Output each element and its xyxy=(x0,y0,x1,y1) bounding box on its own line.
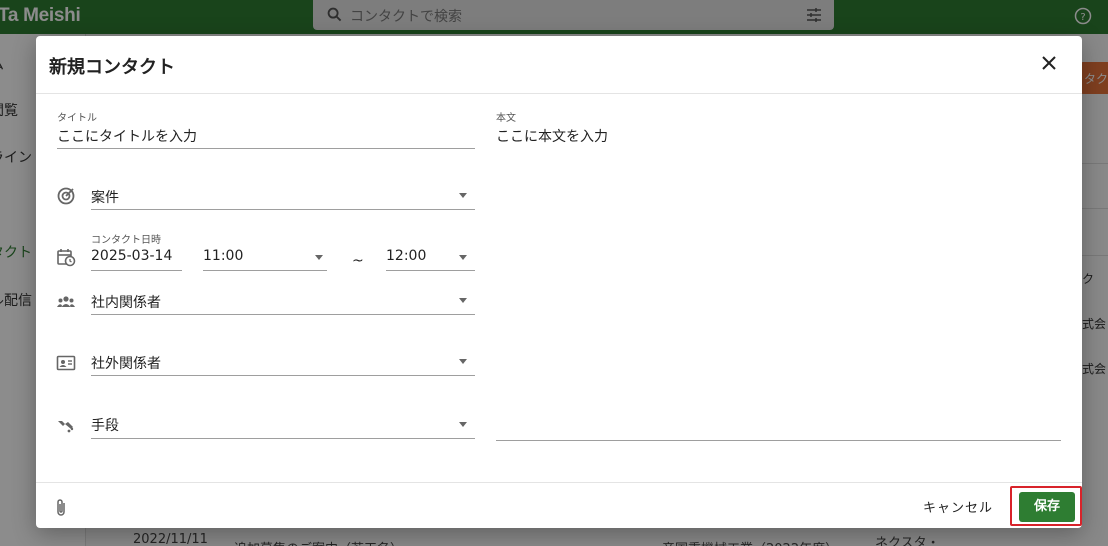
save-button[interactable]: 保存 xyxy=(1019,492,1075,522)
end-time-underline xyxy=(386,270,475,271)
title-underline xyxy=(57,148,475,149)
cancel-button[interactable]: キャンセル xyxy=(923,497,993,516)
target-icon xyxy=(57,187,75,205)
chevron-down-icon[interactable] xyxy=(459,422,467,427)
attachment-icon[interactable] xyxy=(54,498,68,518)
chevron-down-icon[interactable] xyxy=(459,193,467,198)
start-time-select[interactable]: 11:00 xyxy=(203,248,243,264)
date-input[interactable]: 2025-03-14 xyxy=(91,248,172,264)
dialog-title: 新規コンタクト xyxy=(49,57,175,78)
datetime-label: コンタクト日時 xyxy=(91,235,161,246)
header-divider xyxy=(36,93,1082,94)
footer-divider xyxy=(36,482,1082,483)
body-underline xyxy=(496,440,1061,441)
chevron-down-icon[interactable] xyxy=(315,255,323,260)
chevron-down-icon[interactable] xyxy=(459,359,467,364)
group-icon xyxy=(57,296,75,307)
internal-participants-select[interactable]: 社内関係者 xyxy=(91,292,161,312)
calendar-clock-icon xyxy=(57,249,76,267)
external-underline xyxy=(91,375,475,376)
project-select[interactable]: 案件 xyxy=(91,187,119,207)
body-textarea[interactable]: ここに本文を入力 xyxy=(496,126,608,146)
chevron-down-icon[interactable] xyxy=(459,255,467,260)
external-participants-select[interactable]: 社外関係者 xyxy=(91,353,161,373)
chevron-down-icon[interactable] xyxy=(459,298,467,303)
title-field-label: タイトル xyxy=(57,113,97,124)
close-icon[interactable] xyxy=(1042,56,1056,70)
start-time-underline xyxy=(203,270,327,271)
handshake-icon xyxy=(58,421,74,433)
date-underline xyxy=(91,270,182,271)
body-field-label: 本文 xyxy=(496,113,516,124)
method-underline xyxy=(91,438,475,439)
new-contact-dialog: 新規コンタクト タイトル ここにタイトルを入力 本文 ここに本文を入力 案件 コ… xyxy=(36,36,1082,528)
title-input[interactable]: ここにタイトルを入力 xyxy=(57,126,197,146)
project-underline xyxy=(91,209,475,210)
internal-underline xyxy=(91,314,475,315)
end-time-select[interactable]: 12:00 xyxy=(386,248,426,264)
time-separator: ~ xyxy=(352,253,364,269)
method-select[interactable]: 手段 xyxy=(91,415,119,435)
contact-card-icon xyxy=(56,355,76,371)
